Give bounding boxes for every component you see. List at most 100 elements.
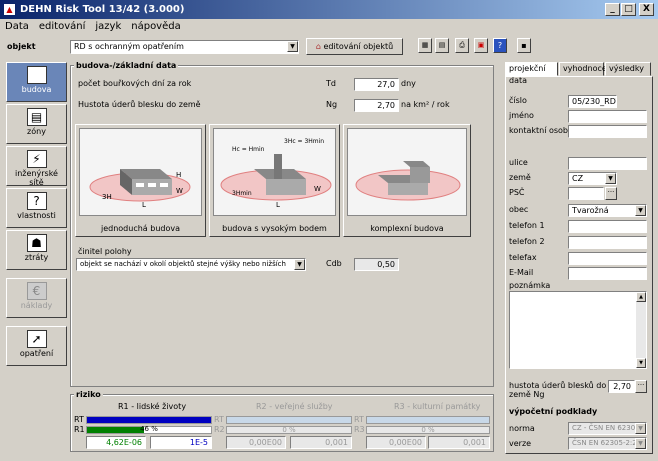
nav-inzenyrske-site[interactable]: ⚡ inženýrské sítě [6, 146, 67, 187]
svg-text:L: L [276, 201, 280, 209]
house-icon: ⌂ [26, 66, 47, 84]
people-icon: ☗ [26, 234, 47, 252]
chart-icon[interactable]: ▣ [474, 38, 488, 53]
r2-r-label: R2 [214, 425, 225, 434]
minimize-button[interactable]: _ [605, 3, 620, 16]
chevron-down-icon: ▼ [635, 205, 646, 216]
risk-r2-title: R2 - veřejné služby [256, 402, 333, 411]
print-preview-icon[interactable]: ▦ [418, 38, 432, 53]
simple-building-image: H L W 3H [79, 128, 202, 216]
r2-value: 0,00E00 [226, 436, 286, 449]
svg-text:3H: 3H [102, 193, 112, 201]
building-type-complex[interactable]: komplexní budova [343, 124, 471, 237]
edit-objects-label: editování objektů [323, 42, 394, 51]
risk-group-title: riziko [74, 389, 103, 401]
scroll-down-icon[interactable]: ▼ [636, 358, 646, 368]
help-icon[interactable]: ? [493, 38, 507, 53]
nav-label: ztráty [24, 253, 49, 262]
calc-basis-title: výpočetní podklady [509, 407, 598, 416]
r1-percent: 46 % [140, 425, 158, 433]
location-factor-select[interactable]: objekt se nachází v okolí objektů stejné… [76, 258, 306, 271]
city-select[interactable]: Tvarožná ▼ [568, 204, 647, 217]
country-select[interactable]: CZ ▼ [568, 172, 617, 185]
nav-zony[interactable]: ▤ zóny [6, 104, 67, 144]
storm-days-input[interactable]: 27,0 [354, 78, 399, 91]
high-point-building-image: Hc = Hmin 3Hc = 3Hmin 3Hmin L W [213, 128, 336, 216]
nav-opatreni[interactable]: ➚ opatření [6, 326, 67, 366]
r3-percent: 0 % [366, 426, 490, 434]
fax-input[interactable] [568, 252, 647, 265]
storm-days-label: počet bouřkových dní za rok [78, 79, 192, 88]
r2-limit: 0,001 [290, 436, 352, 449]
phone2-input[interactable] [568, 236, 647, 249]
window-titlebar: DEHN Risk Tool 13/42 (3.000) [0, 0, 658, 19]
objekt-select[interactable]: RD s ochranným opatřením ▼ [70, 40, 299, 54]
nav-ztraty[interactable]: ☗ ztráty [6, 230, 67, 270]
objekt-label: objekt [7, 42, 36, 51]
objekt-value: RD s ochranným opatřením [74, 42, 184, 51]
nav-vlastnosti[interactable]: ? vlastnosti [6, 188, 67, 228]
save-icon[interactable]: ▪ [517, 38, 531, 53]
city-value: Tvarožná [572, 206, 609, 215]
contact-input[interactable] [568, 125, 647, 138]
tab-project-data[interactable]: projekční data [505, 62, 558, 85]
nav-label: opatření [19, 349, 54, 358]
r1-r-bar: 46 % [86, 425, 212, 434]
r2-percent: 0 % [226, 426, 352, 434]
nav-budova[interactable]: ⌂ budova [6, 62, 67, 102]
field-label: telefax [509, 253, 537, 262]
nav-naklady: € náklady [6, 278, 67, 318]
euro-icon: € [26, 282, 47, 300]
r1-r-label: R1 [74, 425, 85, 434]
maximize-button[interactable]: □ [621, 3, 636, 16]
pointer-icon: ➚ [26, 330, 47, 348]
note-scrollbar[interactable] [636, 292, 646, 368]
ng-lookup-button[interactable]: ··· [635, 380, 647, 393]
complex-building-image [347, 128, 467, 216]
field-label: obec [509, 205, 529, 214]
scroll-up-icon[interactable]: ▲ [636, 292, 646, 302]
chevron-down-icon: ▼ [635, 423, 646, 434]
menu-bar: Data editování jazyk nápověda [0, 19, 658, 35]
menu-language[interactable]: jazyk [90, 21, 126, 32]
menu-edit[interactable]: editování [34, 21, 90, 32]
cdb-value: 0,50 [354, 258, 399, 271]
tab-results[interactable]: výsledky [605, 62, 651, 76]
r1-value: 4,62E-06 [86, 436, 146, 449]
location-factor-label: činitel polohy [78, 247, 132, 256]
r3-limit: 0,001 [428, 436, 490, 449]
field-label: jméno [509, 111, 534, 120]
street-input[interactable] [568, 157, 647, 170]
nav-label: náklady [20, 301, 53, 310]
edit-objects-button[interactable]: ⌂ editování objektů [306, 38, 403, 55]
report-icon[interactable]: ▤ [435, 38, 449, 53]
r3-rt-bar [366, 416, 490, 424]
building-type-simple[interactable]: H L W 3H jednoduchá budova [75, 124, 206, 237]
psc-input[interactable] [568, 187, 604, 200]
svg-text:W: W [314, 185, 321, 193]
chevron-down-icon: ▼ [287, 41, 298, 52]
storm-days-symbol: Td [326, 79, 336, 88]
building-type-high-point[interactable]: Hc = Hmin 3Hc = 3Hmin 3Hmin L W budova s vys… [209, 124, 340, 237]
menu-help[interactable]: nápověda [126, 21, 185, 32]
close-button[interactable]: X [639, 3, 654, 16]
field-label: země [509, 173, 531, 182]
field-label: číslo [509, 96, 527, 105]
field-label: PSČ [509, 188, 525, 197]
email-input[interactable] [568, 267, 647, 280]
phone1-input[interactable] [568, 220, 647, 233]
menu-data[interactable]: Data [0, 21, 34, 32]
ng-value: 2,70 [608, 380, 635, 393]
density-label: Hustota úderů blesku do země [78, 100, 201, 109]
tab-evaluation[interactable]: vyhodnocení [559, 62, 614, 76]
note-textarea[interactable] [509, 291, 647, 369]
building-type-label: komplexní budova [370, 224, 444, 233]
printer-icon[interactable]: ⎙ [455, 38, 469, 53]
storm-days-unit: dny [401, 79, 416, 88]
psc-lookup-button[interactable]: ··· [605, 187, 617, 200]
density-input[interactable]: 2,70 [354, 99, 399, 112]
jmeno-input[interactable] [568, 110, 647, 123]
field-label: telefon 2 [509, 237, 545, 246]
svg-text:3Hmin: 3Hmin [232, 190, 252, 197]
cislo-input[interactable]: 05/230_RDTV_ [568, 95, 617, 108]
